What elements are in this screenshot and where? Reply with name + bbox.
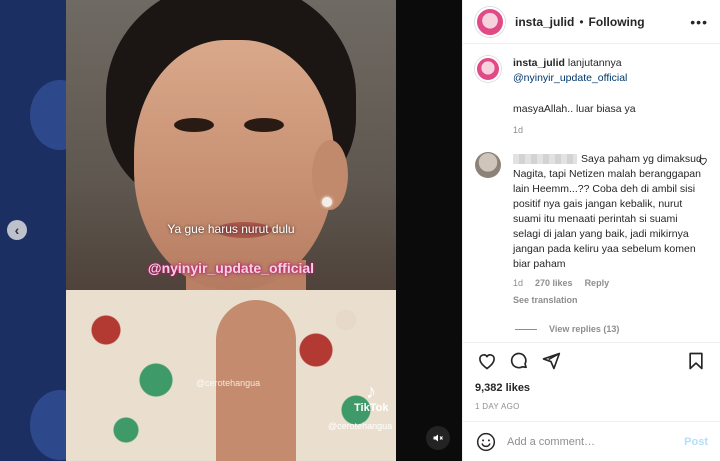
more-options-icon[interactable]: ••• — [690, 14, 708, 30]
comment-text: Saya paham yg dimaksud Nagita, tapi Neti… — [513, 153, 702, 270]
heart-icon — [699, 157, 707, 166]
caption-avatar[interactable] — [475, 56, 501, 82]
post-date: 1 DAY AGO — [475, 402, 520, 411]
post-likes-count[interactable]: 9,382 likes — [463, 378, 720, 394]
comment-input[interactable] — [507, 435, 685, 448]
figure-earring — [322, 197, 332, 207]
emoji-smiley-icon[interactable] — [475, 431, 497, 453]
smiley-icon — [476, 432, 496, 451]
figure-eye — [174, 118, 214, 132]
post-media[interactable]: Ya gue harus nurut dulu @nyinyir_update_… — [0, 0, 462, 461]
post-header: insta_julid • Following ••• — [463, 0, 720, 44]
tiktok-handle: @cerotehangua — [328, 421, 393, 431]
video-subtitle: Ya gue harus nurut dulu — [167, 222, 295, 236]
replies-divider-line — [515, 328, 537, 330]
commenter-avatar[interactable] — [475, 152, 501, 178]
header-separator: • — [579, 14, 584, 29]
comment-likes[interactable]: 270 likes — [535, 276, 573, 291]
caption-body: insta_julid lanjutannya @nyinyir_update_… — [513, 56, 708, 138]
video-small-watermark: @cerotehangua — [196, 378, 261, 388]
bookmark-icon — [689, 352, 703, 369]
post-caption: insta_julid lanjutannya @nyinyir_update_… — [475, 56, 708, 138]
speech-bubble-icon — [510, 352, 527, 368]
author-avatar[interactable] — [475, 6, 505, 37]
speaker-muted-icon — [433, 434, 443, 442]
like-heart-icon[interactable] — [475, 349, 499, 373]
video-watermark: @nyinyir_update_official — [147, 260, 315, 276]
tiktok-label: TikTok — [354, 402, 389, 414]
redacted-username — [513, 154, 577, 165]
tiktok-icon: ♪ — [366, 381, 376, 403]
video-frame[interactable]: Ya gue harus nurut dulu @nyinyir_update_… — [66, 0, 396, 461]
add-comment-bar: Post — [463, 421, 720, 461]
author-username[interactable]: insta_julid — [515, 15, 574, 29]
media-right-backdrop — [396, 0, 462, 461]
view-replies-button[interactable]: View replies (13) — [515, 324, 708, 334]
view-replies-label: View replies (13) — [549, 324, 620, 334]
comment-item: Saya paham yg dimaksud Nagita, tapi Neti… — [475, 152, 708, 308]
share-send-icon[interactable] — [539, 349, 563, 373]
figure-face — [134, 40, 334, 290]
tiktok-logo: ♪ TikTok — [354, 382, 388, 414]
see-translation-link[interactable]: See translation — [513, 293, 703, 308]
caption-time: 1d — [513, 125, 524, 135]
comment-like-heart-icon[interactable] — [698, 156, 708, 169]
caption-paragraph: masyaAllah.. luar biasa ya — [513, 103, 636, 115]
post-comment-button[interactable]: Post — [684, 436, 708, 448]
previous-arrow-icon[interactable]: ‹ — [7, 220, 27, 240]
comment-bubble-icon[interactable] — [507, 349, 531, 373]
caption-mention[interactable]: @nyinyir_update_official — [513, 72, 627, 84]
comment-time: 1d — [513, 278, 524, 288]
save-bookmark-icon[interactable] — [684, 349, 708, 373]
heart-icon — [479, 353, 495, 369]
post-actions-bar — [463, 342, 720, 378]
mute-icon[interactable] — [426, 426, 450, 450]
caption-username[interactable]: insta_julid — [513, 57, 565, 69]
following-button[interactable]: Following — [589, 15, 645, 29]
comments-section[interactable]: insta_julid lanjutannya @nyinyir_update_… — [463, 44, 720, 342]
comment-meta: 1d 270 likes Reply — [513, 276, 703, 291]
figure-eye — [244, 118, 284, 132]
caption-text: lanjutannya — [567, 57, 622, 69]
instagram-post-modal: Ya gue harus nurut dulu @nyinyir_update_… — [0, 0, 720, 461]
paper-plane-icon — [542, 352, 561, 369]
comment-reply-button[interactable]: Reply — [585, 276, 610, 291]
post-side-panel: insta_julid • Following ••• insta_julid … — [462, 0, 720, 461]
comment-body: Saya paham yg dimaksud Nagita, tapi Neti… — [513, 152, 703, 308]
